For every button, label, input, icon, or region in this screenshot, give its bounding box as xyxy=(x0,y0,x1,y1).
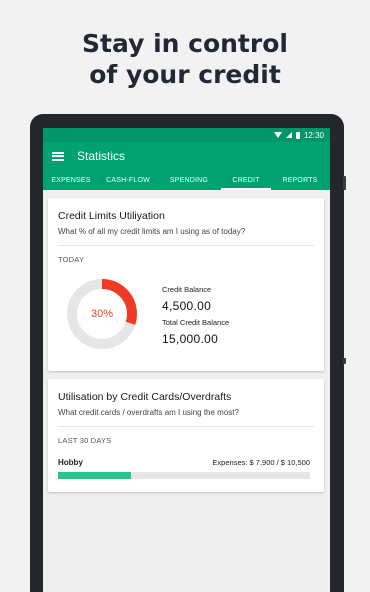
divider xyxy=(58,426,314,427)
wifi-icon xyxy=(273,132,282,138)
period-label: LAST 30 DAYS xyxy=(58,436,112,445)
credit-balance-label: Credit Balance xyxy=(162,285,212,294)
tab-reports[interactable]: REPORTS xyxy=(271,170,329,190)
total-credit-balance-label: Total Credit Balance xyxy=(162,318,230,327)
card-subtitle: What credit cards / overdrafts am I usin… xyxy=(58,408,239,417)
card-subtitle: What % of all my credit limits am I usin… xyxy=(58,227,246,236)
app-bar: Statistics xyxy=(43,142,330,170)
card-title: Utilisation by Credit Cards/Overdrafts xyxy=(58,391,232,403)
headline: Stay in control of your credit xyxy=(0,28,370,90)
battery-icon xyxy=(295,131,300,139)
headline-line-2: of your credit xyxy=(89,60,281,89)
status-time: 12:30 xyxy=(303,130,324,140)
utilisation-progress-fill xyxy=(58,472,132,479)
total-credit-balance-value: 15,000.00 xyxy=(162,332,219,346)
utilisation-card: Utilisation by Credit Cards/Overdrafts W… xyxy=(48,379,324,492)
period-label: TODAY xyxy=(58,255,85,264)
utilization-percent: 30% xyxy=(90,308,114,320)
tablet-side-button xyxy=(343,176,346,190)
app-bar-title: Statistics xyxy=(77,149,126,163)
card-title: Credit Limits Utiliyation xyxy=(58,210,165,222)
headline-line-1: Stay in control xyxy=(82,29,288,58)
tablet-side-button xyxy=(343,358,346,364)
tab-spending[interactable]: SPENDING xyxy=(157,170,221,190)
signal-icon xyxy=(285,132,292,138)
tab-expenses[interactable]: EXPENSES xyxy=(43,170,99,190)
tab-cash-flow[interactable]: CASH-FLOW xyxy=(99,170,157,190)
app-screen: 12:30 Statistics EXPENSES CASH-FLOW SPEN… xyxy=(43,128,330,592)
status-bar: 12:30 xyxy=(43,128,330,142)
tab-credit[interactable]: CREDIT xyxy=(221,170,271,190)
card-item-amount: Expenses: $ 7,900 / $ 10,500 xyxy=(212,458,310,467)
utilisation-progress-bar xyxy=(58,472,310,479)
tab-bar: EXPENSES CASH-FLOW SPENDING CREDIT REPOR… xyxy=(43,170,330,190)
divider xyxy=(58,245,314,246)
hamburger-menu-icon[interactable] xyxy=(52,151,64,161)
credit-balance-value: 4,500.00 xyxy=(162,299,212,313)
card-item-name: Hobby xyxy=(58,458,83,467)
credit-limits-card: Credit Limits Utiliyation What % of all … xyxy=(48,198,324,371)
